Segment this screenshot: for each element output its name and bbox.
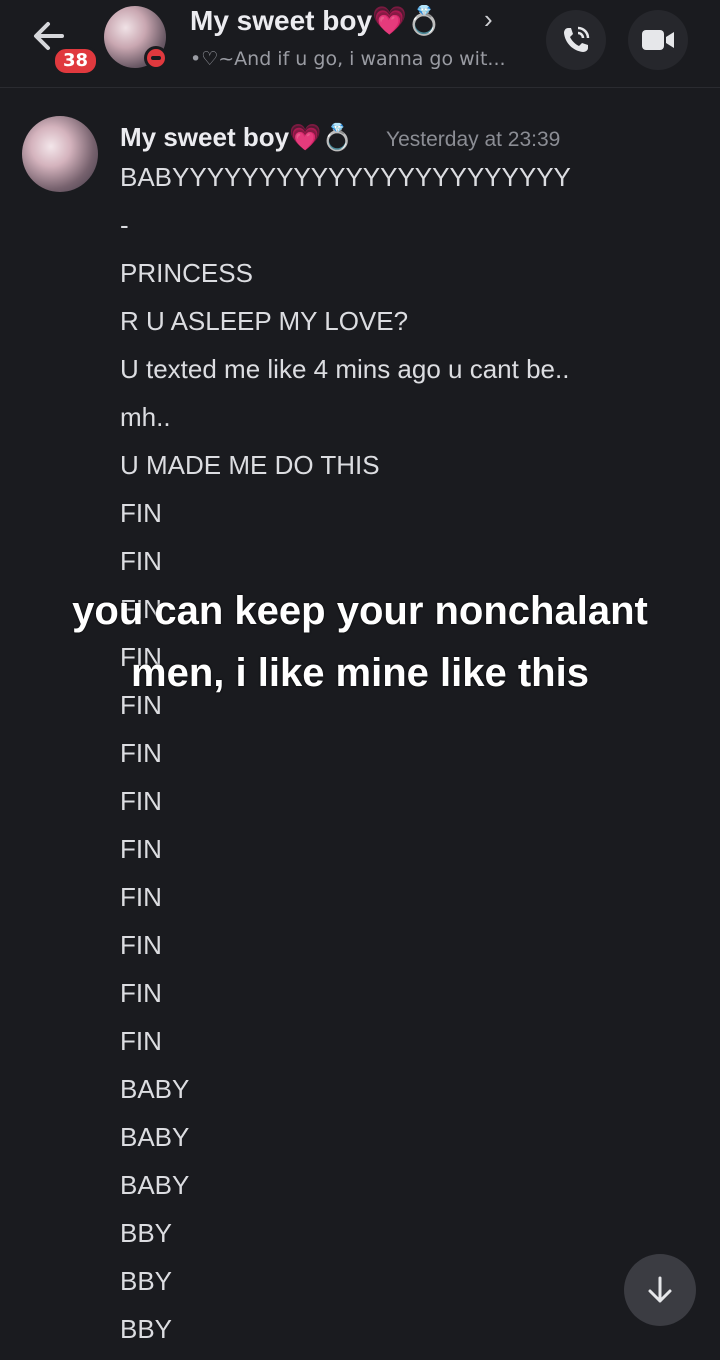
phone-icon (564, 26, 590, 52)
jump-to-bottom-button[interactable] (624, 1254, 696, 1326)
message-line: mh.. (120, 402, 171, 432)
message-line: U MADE ME DO THIS (120, 450, 380, 480)
message-line: FIN (120, 738, 162, 768)
message-line: BBY (120, 1314, 173, 1344)
chat-header: 38 My sweet boy💗💍 › •♡~And if u go, i wa… (0, 0, 720, 88)
message-timestamp: Yesterday at 23:39 (386, 128, 561, 151)
message-line: FIN (120, 834, 162, 864)
message-line: BABY (120, 1122, 190, 1152)
message-line: PRINCESS (120, 258, 253, 288)
message-line: FIN (120, 786, 162, 816)
dnd-status-icon (144, 46, 168, 70)
message-line: FIN (120, 498, 162, 528)
message-line: FIN (120, 978, 162, 1008)
arrow-down-icon (648, 1276, 672, 1303)
video-caption-overlay: you can keep your nonchalant men, i like… (72, 589, 648, 695)
unread-badge: 38 (52, 46, 100, 76)
message-line: U texted me like 4 mins ago u cant be.. (120, 354, 570, 384)
message-author-avatar[interactable] (22, 116, 98, 192)
message-line: BBY (120, 1266, 173, 1296)
message-line: FIN (120, 930, 162, 960)
message-line: FIN (120, 882, 162, 912)
channel-title[interactable]: My sweet boy💗💍 (190, 4, 442, 37)
video-call-button[interactable] (628, 10, 688, 70)
message-line: FIN (120, 546, 162, 576)
message-line: BABY (120, 1170, 190, 1200)
message-author-name[interactable]: My sweet boy💗💍 (120, 122, 354, 153)
message-line: BABYYYYYYYYYYYYYYYYYYYYYYY (120, 162, 571, 192)
message-line: R U ASLEEP MY LOVE? (120, 306, 409, 336)
video-camera-icon (642, 30, 674, 50)
message-line: BBY (120, 1218, 173, 1248)
message-line: - (120, 210, 129, 240)
chevron-right-icon[interactable]: › (484, 4, 493, 35)
message-line: FIN (120, 1026, 162, 1056)
voice-call-button[interactable] (546, 10, 606, 70)
custom-status: •♡~And if u go, i wanna go wit... (190, 48, 506, 70)
message-line: BABY (120, 1074, 190, 1104)
